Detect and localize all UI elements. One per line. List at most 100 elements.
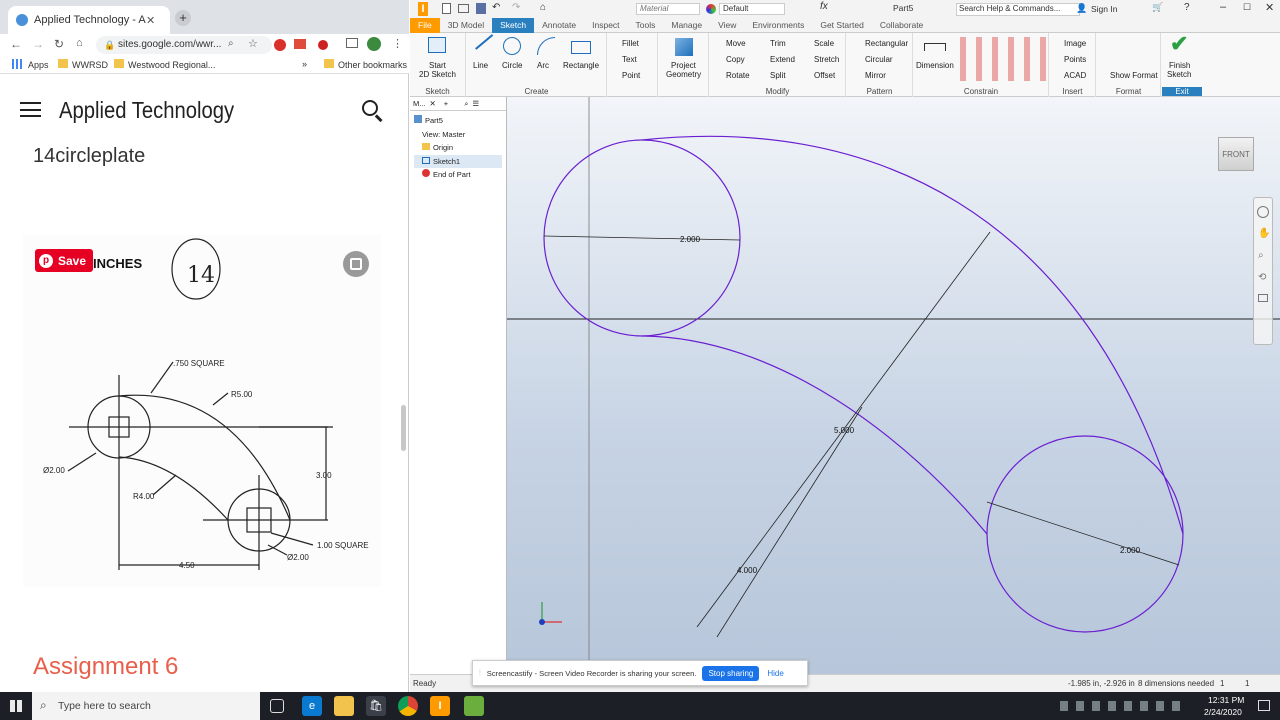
redo-icon[interactable]: ↷ — [512, 2, 520, 13]
site-title[interactable]: Applied Technology — [59, 97, 234, 124]
home-icon[interactable]: ⌂ — [76, 37, 83, 49]
tab-sketch[interactable]: Sketch — [492, 17, 535, 33]
task-view-icon[interactable] — [270, 699, 284, 713]
menu-browser-icon[interactable]: ☰ — [472, 99, 479, 108]
url-field[interactable]: 🔒 sites.google.com/wwr... — [96, 36, 272, 54]
stop-sharing-button[interactable]: Stop sharing — [702, 665, 760, 681]
profile-avatar[interactable] — [367, 37, 381, 51]
edge-icon[interactable]: e — [302, 696, 322, 716]
extend-button[interactable]: Extend — [770, 55, 795, 64]
acad-button[interactable]: ACAD — [1064, 71, 1086, 80]
move-button[interactable]: Move — [726, 39, 746, 48]
pan-icon[interactable]: ✋ — [1258, 228, 1270, 240]
taskbar-search[interactable]: Type here to search — [32, 692, 260, 720]
mirror-button[interactable]: Mirror — [865, 71, 886, 80]
scale-button[interactable]: Scale — [814, 39, 834, 48]
dim-top-circle[interactable]: 2.000 — [680, 235, 701, 244]
steering-wheel-icon[interactable] — [1257, 206, 1269, 218]
bookmark-wwrsd[interactable]: WWRSD — [72, 60, 108, 70]
rotate-button[interactable]: Rotate — [726, 71, 750, 80]
tab-3d-model[interactable]: 3D Model — [440, 18, 492, 33]
graphics-window[interactable]: 2.000 5.000 4.000 2.000 FRONT ✋ ⌕ ⟲ — [507, 97, 1280, 674]
chrome-icon[interactable] — [398, 696, 418, 716]
forward-icon[interactable]: → — [32, 37, 44, 51]
zoom-icon[interactable]: ⌕ — [1258, 250, 1268, 262]
drag-handle-icon[interactable]: ⦙ — [479, 668, 481, 678]
clock-date[interactable]: 2/24/2020 — [1204, 707, 1242, 717]
tree-item-part[interactable]: Part5 — [414, 114, 502, 128]
material-select[interactable]: Material — [636, 3, 700, 15]
dim-long[interactable]: 5.000 — [834, 426, 855, 435]
dim-inner[interactable]: 4.000 — [737, 566, 758, 575]
zoom-icon[interactable]: ⌕ — [228, 38, 234, 49]
close-browser-icon[interactable]: ✕ — [430, 99, 436, 108]
circle-button[interactable]: Circle — [502, 61, 522, 70]
gmail-icon[interactable] — [294, 39, 306, 49]
new-tab-button[interactable]: + — [175, 10, 191, 26]
tree-item-end[interactable]: End of Part — [414, 168, 502, 182]
arc-button[interactable]: Arc — [537, 61, 549, 70]
tree-item-origin[interactable]: Origin — [414, 141, 502, 155]
bookmark-other[interactable]: Other bookmarks — [338, 60, 407, 70]
offset-button[interactable]: Offset — [814, 71, 835, 80]
browser-tab[interactable]: M... — [413, 99, 426, 108]
start-sketch-button[interactable]: Start — [429, 61, 446, 70]
back-icon[interactable]: ← — [10, 37, 22, 51]
tree-item-sketch[interactable]: Sketch1 — [414, 154, 502, 168]
tab-get-started[interactable]: Get Started — [812, 18, 871, 33]
save-icon[interactable] — [476, 3, 486, 14]
outer-arc[interactable] — [641, 135, 1184, 535]
hide-button[interactable]: Hide — [767, 669, 783, 678]
star-icon[interactable]: ☆ — [248, 37, 258, 50]
inner-arc[interactable] — [641, 335, 988, 535]
extension-icon[interactable] — [318, 40, 328, 50]
close-icon[interactable]: ✕ — [1265, 1, 1274, 14]
search-icon[interactable] — [362, 100, 383, 122]
tree-item-view[interactable]: View: Master — [414, 128, 502, 142]
tab-annotate[interactable]: Annotate — [534, 18, 584, 33]
help-icon[interactable]: ? — [1184, 2, 1190, 13]
tab-environments[interactable]: Environments — [744, 18, 812, 33]
cast-icon[interactable] — [346, 38, 358, 48]
trim-button[interactable]: Trim — [770, 39, 786, 48]
bookmarks-overflow[interactable]: » — [302, 59, 307, 69]
help-search-field[interactable]: Search Help & Commands... — [956, 3, 1080, 16]
rectangle-button[interactable]: Rectangle — [563, 61, 599, 70]
undo-icon[interactable]: ↶ — [492, 2, 500, 13]
sign-in-link[interactable]: Sign In — [1091, 4, 1117, 14]
viewcube[interactable]: FRONT — [1218, 137, 1254, 171]
image-button[interactable]: Image — [1064, 39, 1086, 48]
close-tab-icon[interactable]: ✕ — [146, 14, 155, 27]
copy-button[interactable]: Copy — [726, 55, 745, 64]
app-icon[interactable] — [464, 696, 484, 716]
orbit-icon[interactable]: ⟲ — [1258, 272, 1268, 284]
reload-icon[interactable]: ↻ — [54, 37, 64, 51]
store-icon[interactable]: 🛍 — [366, 696, 386, 716]
hamburger-menu-icon[interactable] — [20, 102, 41, 117]
tab-view[interactable]: View — [710, 18, 744, 33]
tab-tools[interactable]: Tools — [628, 18, 664, 33]
fillet-button[interactable]: Fillet — [622, 39, 639, 48]
scrollbar[interactable] — [401, 405, 406, 451]
tab-inspect[interactable]: Inspect — [584, 18, 627, 33]
look-at-icon[interactable] — [1258, 294, 1268, 302]
text-button[interactable]: Text — [622, 55, 637, 64]
point-button[interactable]: Point — [622, 71, 640, 80]
show-format-button[interactable]: Show Format — [1110, 71, 1158, 80]
sketch-geometry[interactable]: 2.000 5.000 4.000 2.000 — [507, 97, 1280, 674]
rectangular-pattern-button[interactable]: Rectangular — [865, 39, 908, 48]
system-tray-icons[interactable] — [1060, 701, 1188, 711]
home-view-icon[interactable]: ⌂ — [540, 2, 546, 13]
constraint-icons[interactable] — [956, 37, 1046, 81]
clock-time[interactable]: 12:31 PM — [1208, 695, 1244, 705]
appearance-select[interactable]: Default — [719, 3, 785, 15]
dim-bottom-circle[interactable]: 2.000 — [1120, 546, 1141, 555]
points-button[interactable]: Points — [1064, 55, 1086, 64]
add-browser-icon[interactable]: + — [444, 99, 448, 108]
windows-start-icon[interactable] — [10, 700, 22, 712]
open-icon[interactable] — [458, 4, 469, 13]
tab-file[interactable]: File — [410, 17, 440, 33]
bookmark-apps[interactable]: Apps — [28, 60, 49, 70]
stretch-button[interactable]: Stretch — [814, 55, 839, 64]
split-button[interactable]: Split — [770, 71, 786, 80]
